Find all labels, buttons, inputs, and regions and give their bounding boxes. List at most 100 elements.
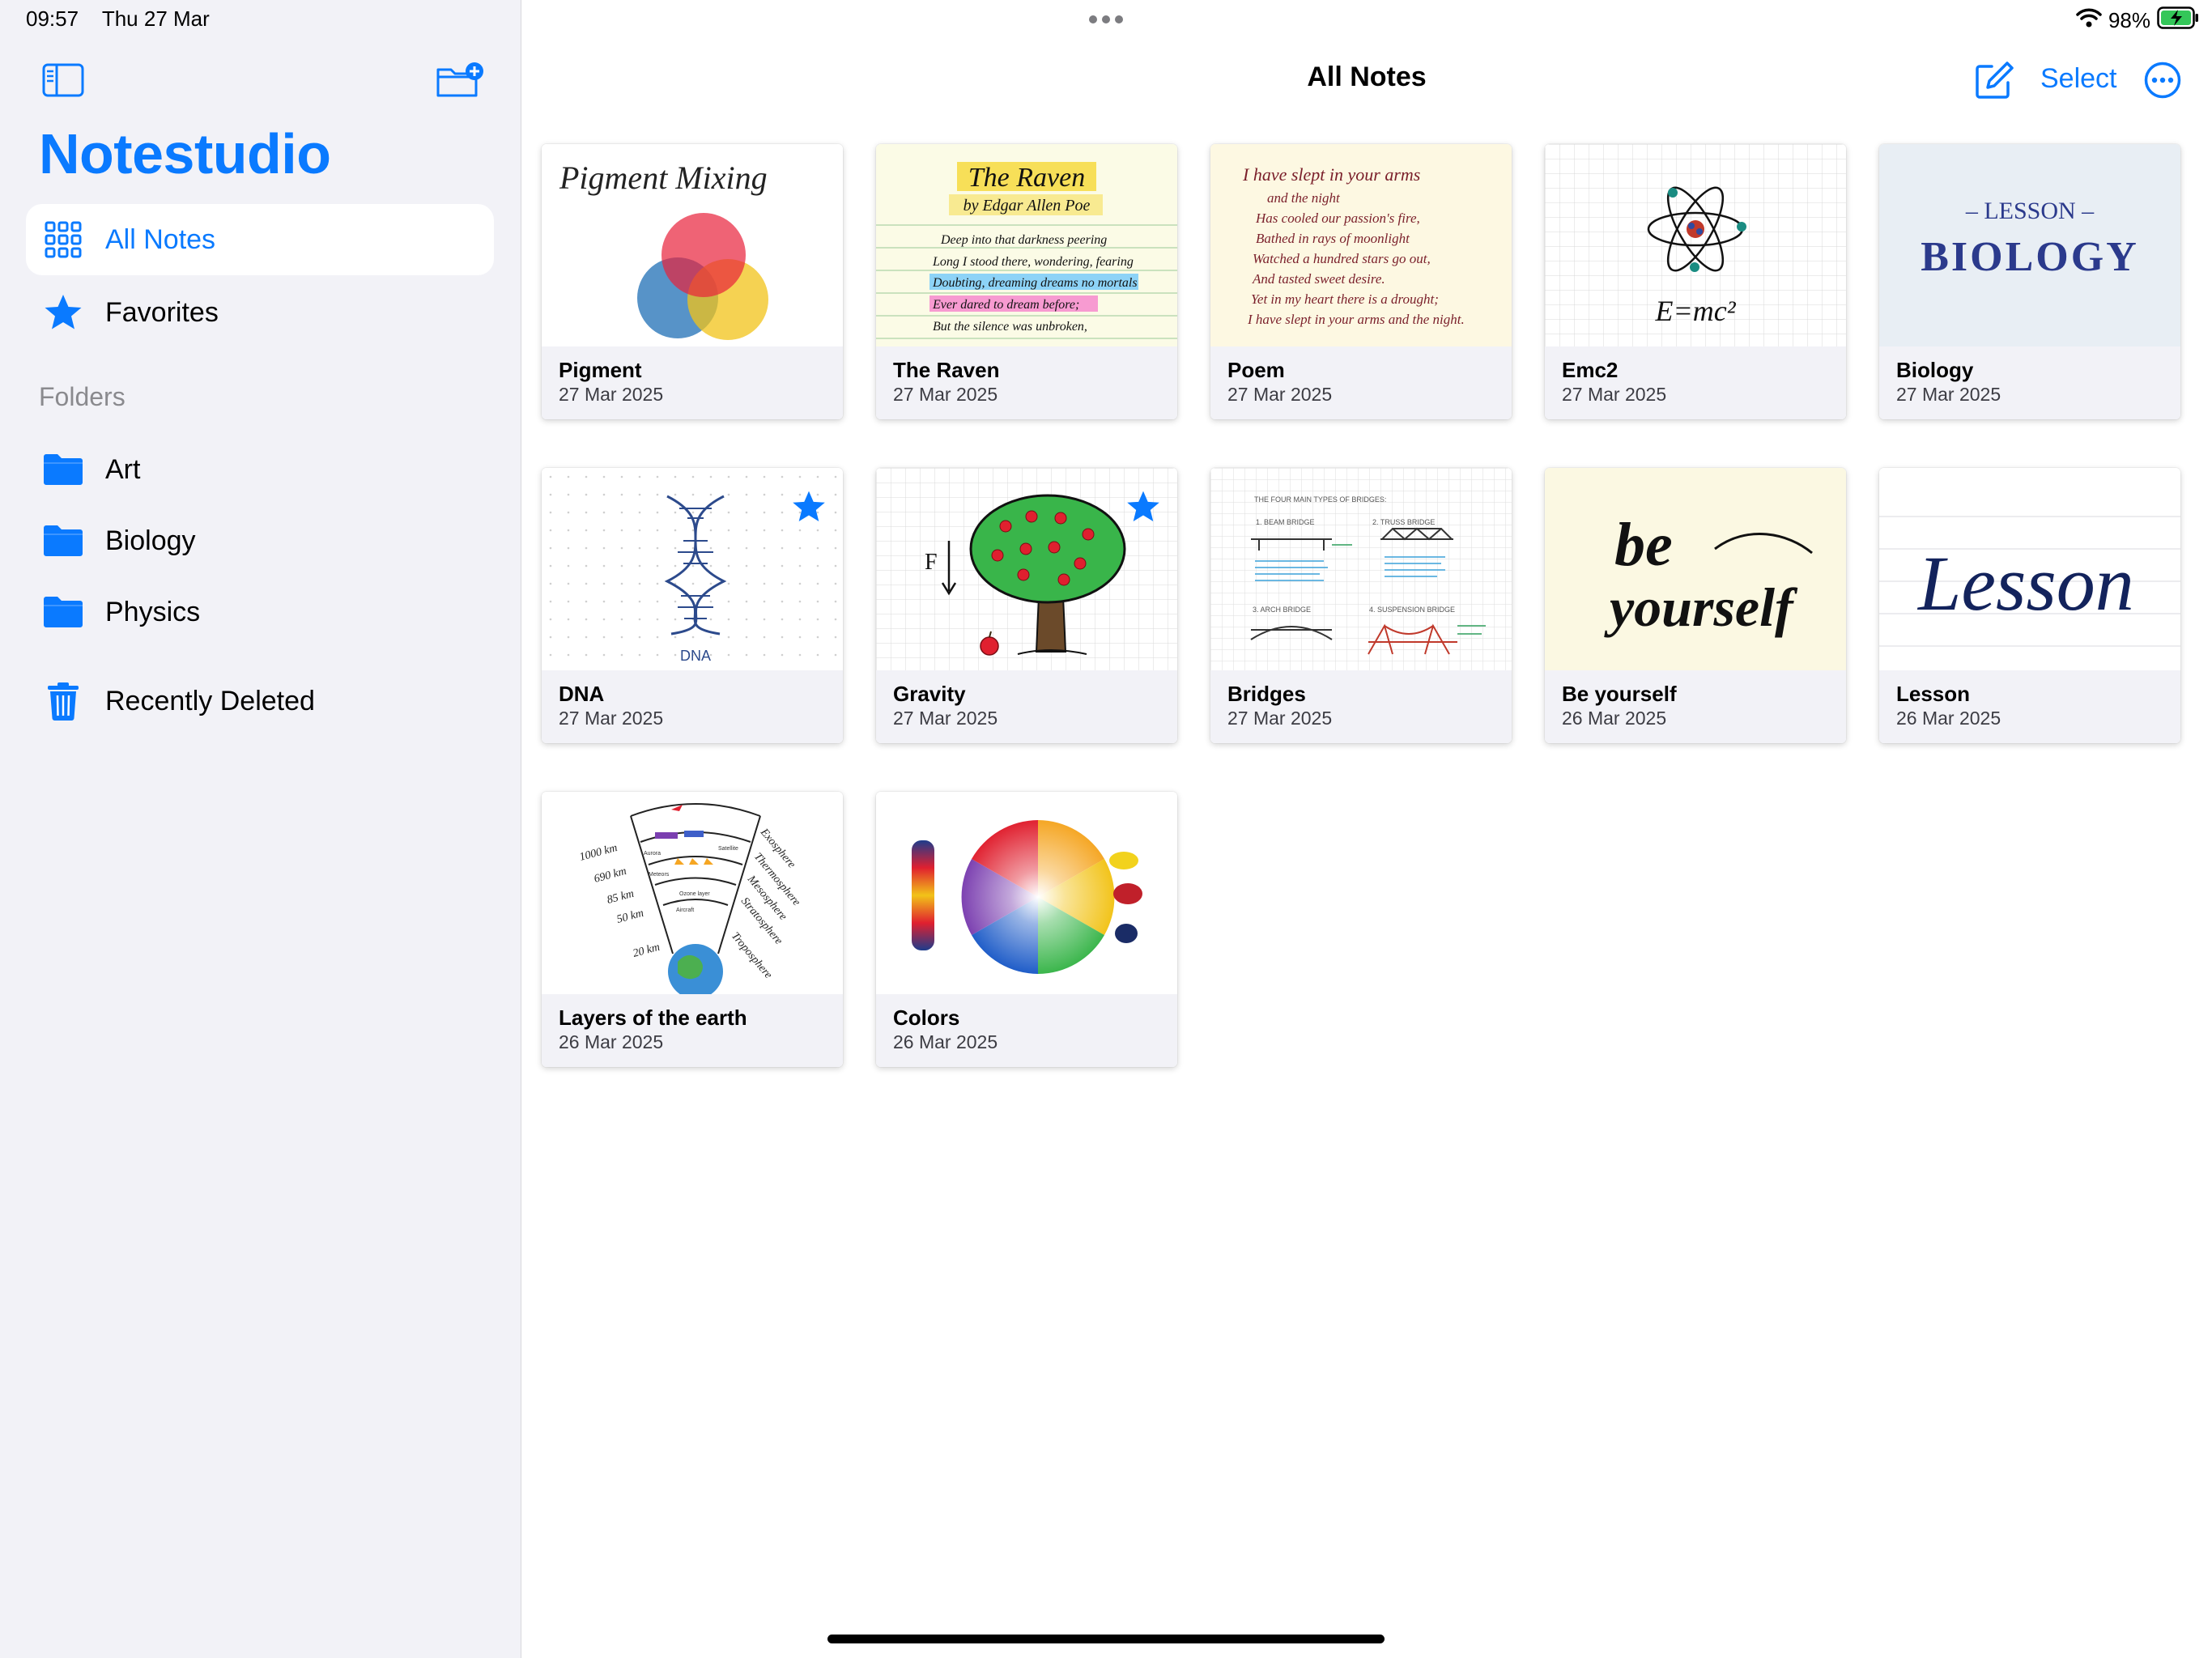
sidebar-item-label: Physics — [105, 596, 201, 627]
note-thumbnail: Pigment Mixing — [542, 144, 843, 346]
thumb-text: Ever dared to dream before; — [932, 298, 1079, 312]
sidebar-item-folder-biology[interactable]: Biology — [26, 505, 494, 576]
sidebar-item-label: Biology — [105, 525, 196, 556]
thumb-text: Lesson — [1916, 540, 2134, 627]
favorite-star-icon[interactable] — [791, 489, 827, 525]
thumb-text: Deep into that darkness peering — [940, 233, 1107, 247]
note-thumbnail: I have slept in your arms and the night … — [1210, 144, 1512, 346]
folder-icon — [40, 447, 86, 492]
note-date: 27 Mar 2025 — [893, 384, 998, 405]
note-title: DNA — [559, 682, 605, 706]
thumb-text: 4. SUSPENSION BRIDGE — [1369, 606, 1455, 614]
note-title: Bridges — [1227, 682, 1306, 706]
thumb-text: E=mc² — [1654, 295, 1736, 327]
note-card-layers-of-the-earth[interactable]: 1000 km 690 km 85 km 50 km 20 km Exosphe… — [542, 792, 843, 1067]
thumb-text: Aurora — [644, 851, 661, 857]
note-card-be-yourself[interactable]: be yourself Be yourself 26 Mar 2025 — [1545, 468, 1846, 743]
note-date: 27 Mar 2025 — [893, 708, 998, 729]
thumb-text: Doubting, dreaming dreams no mortals — [932, 276, 1138, 290]
thumb-text: be — [1614, 511, 1673, 579]
thumb-text: BIOLOGY — [1921, 234, 2139, 280]
note-card-pigment[interactable]: Pigment Mixing Pigment 27 Mar 2025 — [542, 144, 843, 419]
note-card-dna[interactable]: DNA DNA 27 Mar 2025 — [542, 468, 843, 743]
thumb-text: 2. TRUSS BRIDGE — [1372, 518, 1435, 526]
note-thumbnail: The Raven by Edgar Allen Poe Deep into t… — [876, 144, 1177, 346]
thumb-text: Long I stood there, wondering, fearing — [932, 255, 1134, 269]
thumb-text: Ozone layer — [679, 891, 710, 897]
thumb-text: Yet in my heart there is a drought; — [1251, 291, 1439, 307]
note-date: 26 Mar 2025 — [893, 1031, 998, 1052]
sidebar-item-folder-art[interactable]: Art — [26, 434, 494, 505]
note-title: Pigment — [559, 358, 642, 382]
sidebar-item-favorites[interactable]: Favorites — [26, 277, 494, 348]
new-folder-icon[interactable] — [436, 62, 486, 99]
home-indicator[interactable] — [827, 1635, 1385, 1643]
note-thumbnail: 1000 km 690 km 85 km 50 km 20 km Exosphe… — [542, 792, 843, 994]
thumb-text: F — [925, 550, 938, 575]
sidebar-item-all-notes[interactable]: All Notes — [26, 204, 494, 275]
thumb-text: 3. ARCH BRIDGE — [1253, 606, 1311, 614]
grid-icon — [40, 217, 86, 262]
multitasking-dots-icon[interactable] — [1088, 11, 1124, 28]
thumb-text: I have slept in your arms and the night. — [1247, 312, 1465, 327]
trash-icon — [40, 678, 86, 724]
thumb-text: Bathed in rays of moonlight — [1256, 231, 1410, 246]
note-thumbnail: THE FOUR MAIN TYPES OF BRIDGES: 1. BEAM … — [1210, 468, 1512, 670]
star-icon — [40, 290, 86, 335]
sidebar-item-recently-deleted[interactable]: Recently Deleted — [26, 665, 494, 737]
thumb-text: The Raven — [968, 163, 1085, 193]
folder-icon — [40, 589, 86, 635]
thumb-text: I have slept in your arms — [1242, 164, 1420, 185]
main-content: 98% All Notes Select Pigment Mixing Pigm… — [521, 0, 2212, 1658]
favorite-star-icon[interactable] — [1125, 489, 1161, 525]
sidebar-item-folder-physics[interactable]: Physics — [26, 576, 494, 648]
compose-icon[interactable] — [1974, 60, 2014, 100]
select-button[interactable]: Select — [2040, 63, 2117, 95]
note-date: 26 Mar 2025 — [559, 1031, 664, 1052]
thumb-text: Watched a hundred stars go out, — [1253, 251, 1431, 266]
thumb-text: But the silence was unbroken, — [933, 320, 1087, 334]
note-title: Gravity — [893, 682, 966, 706]
note-card-lesson[interactable]: Lesson Lesson 26 Mar 2025 — [1879, 468, 2180, 743]
note-date: 27 Mar 2025 — [1562, 384, 1667, 405]
note-thumbnail: Lesson — [1879, 468, 2180, 670]
note-title: Colors — [893, 1005, 960, 1030]
note-card-poem[interactable]: I have slept in your arms and the night … — [1210, 144, 1512, 419]
more-options-icon[interactable] — [2144, 62, 2181, 99]
battery-charging-icon — [2157, 6, 2199, 35]
thumb-text: Aircraft — [676, 908, 694, 913]
note-date: 26 Mar 2025 — [1562, 708, 1667, 729]
note-card-bridges[interactable]: THE FOUR MAIN TYPES OF BRIDGES: 1. BEAM … — [1210, 468, 1512, 743]
folder-icon — [40, 518, 86, 563]
thumb-text: Satellite — [718, 846, 738, 852]
thumb-text: yourself — [1604, 576, 1798, 638]
battery-percent: 98% — [2108, 8, 2150, 32]
thumb-text: 1. BEAM BRIDGE — [1256, 518, 1315, 526]
note-card-the-raven[interactable]: The Raven by Edgar Allen Poe Deep into t… — [876, 144, 1177, 419]
note-title: Be yourself — [1562, 682, 1677, 706]
status-bar-left: 09:57 Thu 27 Mar — [26, 6, 228, 32]
note-card-gravity[interactable]: F Gravity 27 Mar 2025 — [876, 468, 1177, 743]
note-card-colors[interactable]: Colors 26 Mar 2025 — [876, 792, 1177, 1067]
note-card-biology[interactable]: – LESSON – BIOLOGY Biology 27 Mar 2025 — [1879, 144, 2180, 419]
thumb-text: THE FOUR MAIN TYPES OF BRIDGES: — [1254, 495, 1386, 504]
thumb-text: – LESSON – — [1965, 198, 2095, 224]
sidebar-item-label: Art — [105, 453, 141, 485]
thumb-text: Has cooled our passion's fire, — [1255, 210, 1420, 226]
sidebar: 09:57 Thu 27 Mar Notestudio All Notes Fa… — [0, 0, 521, 1658]
note-title: Emc2 — [1562, 358, 1619, 382]
thumb-text: Meteors — [649, 872, 670, 878]
note-title: Layers of the earth — [559, 1005, 747, 1030]
note-card-emc2[interactable]: E=mc² Emc2 27 Mar 2025 — [1545, 144, 1846, 419]
note-thumbnail: E=mc² — [1545, 144, 1846, 346]
note-date: 26 Mar 2025 — [1896, 708, 2001, 729]
note-thumbnail: DNA — [542, 468, 843, 670]
note-date: 27 Mar 2025 — [1227, 708, 1333, 729]
note-thumbnail: – LESSON – BIOLOGY — [1879, 144, 2180, 346]
sidebar-toggle-icon[interactable] — [42, 63, 84, 97]
thumb-text: DNA — [680, 648, 711, 664]
note-date: 27 Mar 2025 — [559, 384, 664, 405]
folders-heading: Folders — [39, 382, 125, 411]
note-title: The Raven — [893, 358, 1000, 382]
note-title: Biology — [1896, 358, 1974, 382]
